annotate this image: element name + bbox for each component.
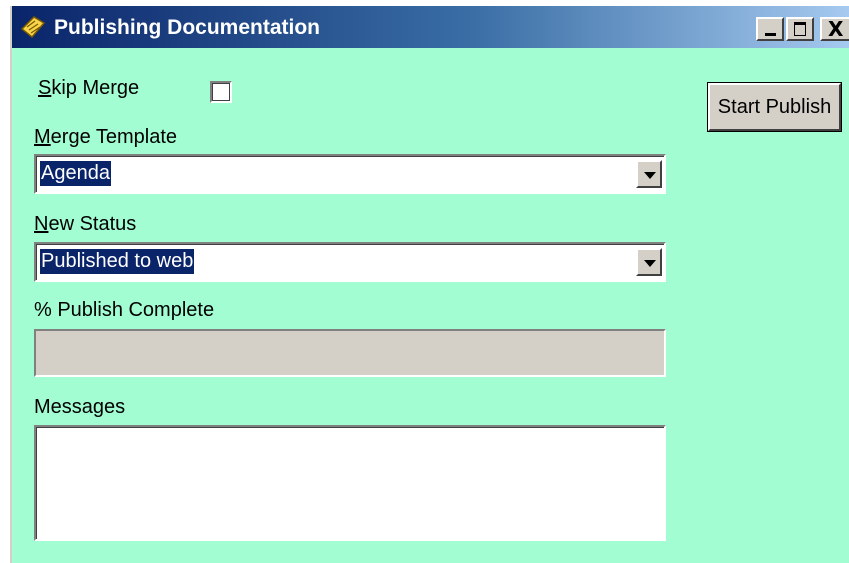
title-bar[interactable]: Publishing Documentation X [12,6,849,48]
maximize-button[interactable] [786,17,814,41]
app-icon [20,16,46,39]
close-icon: X [828,17,844,41]
new-status-value: Published to web [40,249,195,274]
chevron-down-icon[interactable] [636,160,662,188]
messages-label: Messages [34,396,126,418]
merge-template-value: Agenda [40,161,111,186]
publish-progress-bar [34,329,666,377]
publishing-window: Publishing Documentation X Skip Merge St… [10,6,849,563]
chevron-down-icon[interactable] [636,248,662,276]
skip-merge-checkbox[interactable] [210,81,232,103]
skip-merge-label: Skip Merge [38,77,140,99]
close-button[interactable]: X [820,17,849,41]
messages-textarea[interactable] [34,425,666,541]
new-status-select[interactable]: Published to web [34,242,666,282]
minimize-button[interactable] [756,17,784,41]
new-status-label: New Status [34,213,137,235]
window-title: Publishing Documentation [54,16,320,39]
merge-template-select[interactable]: Agenda [34,154,666,194]
start-publish-button[interactable]: Start Publish [707,82,842,132]
merge-template-label: Merge Template [34,126,178,148]
publish-complete-label: % Publish Complete [34,299,215,321]
